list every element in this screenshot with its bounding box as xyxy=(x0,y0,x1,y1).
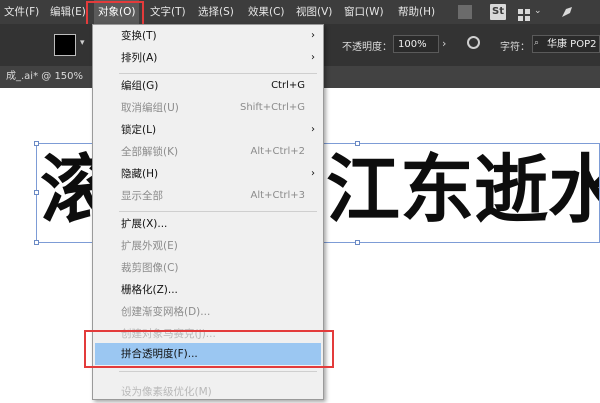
menu-item-rasterize[interactable]: 栅格化(Z)... xyxy=(93,279,323,301)
menu-item-transform[interactable]: 变换(T) › xyxy=(93,25,323,47)
selection-handle[interactable] xyxy=(34,190,39,195)
menu-help[interactable]: 帮助(H) xyxy=(398,0,435,24)
chevron-right-icon: › xyxy=(311,168,315,179)
menu-edit[interactable]: 编辑(E) xyxy=(50,0,86,24)
menu-item-create-gradient-mesh[interactable]: 创建渐变网格(D)... xyxy=(93,301,323,323)
menu-effect[interactable]: 效果(C) xyxy=(248,0,285,24)
pen-icon[interactable] xyxy=(560,4,574,20)
menu-item-crop-image[interactable]: 裁剪图像(C) xyxy=(93,257,323,279)
chevron-right-icon: › xyxy=(311,30,315,41)
annotation-box-flatten-transparency xyxy=(84,330,334,368)
chevron-right-icon: › xyxy=(311,52,315,63)
ai-icon[interactable] xyxy=(458,5,472,19)
menu-item-unlock-all[interactable]: 全部解锁(K) Alt+Ctrl+2 xyxy=(93,141,323,163)
menu-window[interactable]: 窗口(W) xyxy=(344,0,384,24)
chevron-down-icon[interactable]: ⌄ xyxy=(534,6,542,22)
opacity-label: 不透明度： xyxy=(342,42,392,53)
chevron-right-icon: › xyxy=(311,124,315,135)
search-icon: ⌕ xyxy=(534,38,540,48)
menu-item-show-all[interactable]: 显示全部 Alt+Ctrl+3 xyxy=(93,185,323,207)
menu-item-arrange[interactable]: 排列(A) › xyxy=(93,47,323,69)
grid-icon[interactable] xyxy=(518,6,530,22)
font-input[interactable]: 华康 POP2 xyxy=(532,35,600,53)
recolor-icon[interactable] xyxy=(467,36,480,49)
menu-view[interactable]: 视图(V) xyxy=(296,0,332,24)
stock-icon[interactable]: St xyxy=(490,4,506,20)
menu-separator xyxy=(119,371,317,372)
opacity-input[interactable]: 100% xyxy=(393,35,439,53)
menu-file[interactable]: 文件(F) xyxy=(4,0,39,24)
selection-handle[interactable] xyxy=(34,240,39,245)
fill-swatch[interactable] xyxy=(54,34,76,56)
selection-handle[interactable] xyxy=(355,240,360,245)
menu-type[interactable]: 文字(T) xyxy=(150,0,186,24)
document-tab[interactable]: 成_.ai* @ 150% xyxy=(0,66,83,88)
menu-item-expand[interactable]: 扩展(X)... xyxy=(93,213,323,235)
menu-item-ungroup[interactable]: 取消编组(U) Shift+Ctrl+G xyxy=(93,97,323,119)
chevron-down-icon[interactable]: ▾ xyxy=(80,38,85,48)
menu-item-expand-appearance[interactable]: 扩展外观(E) xyxy=(93,235,323,257)
menu-item-hide[interactable]: 隐藏(H) › xyxy=(93,163,323,185)
menu-select[interactable]: 选择(S) xyxy=(198,0,234,24)
menu-item-group[interactable]: 编组(G) Ctrl+G xyxy=(93,75,323,97)
chevron-right-icon[interactable]: › xyxy=(442,37,446,50)
selection-handle[interactable] xyxy=(355,141,360,146)
character-label: 字符： xyxy=(500,42,530,53)
menu-separator xyxy=(119,211,317,212)
menu-item-lock[interactable]: 锁定(L) › xyxy=(93,119,323,141)
menu-separator xyxy=(119,73,317,74)
selection-handle[interactable] xyxy=(34,141,39,146)
